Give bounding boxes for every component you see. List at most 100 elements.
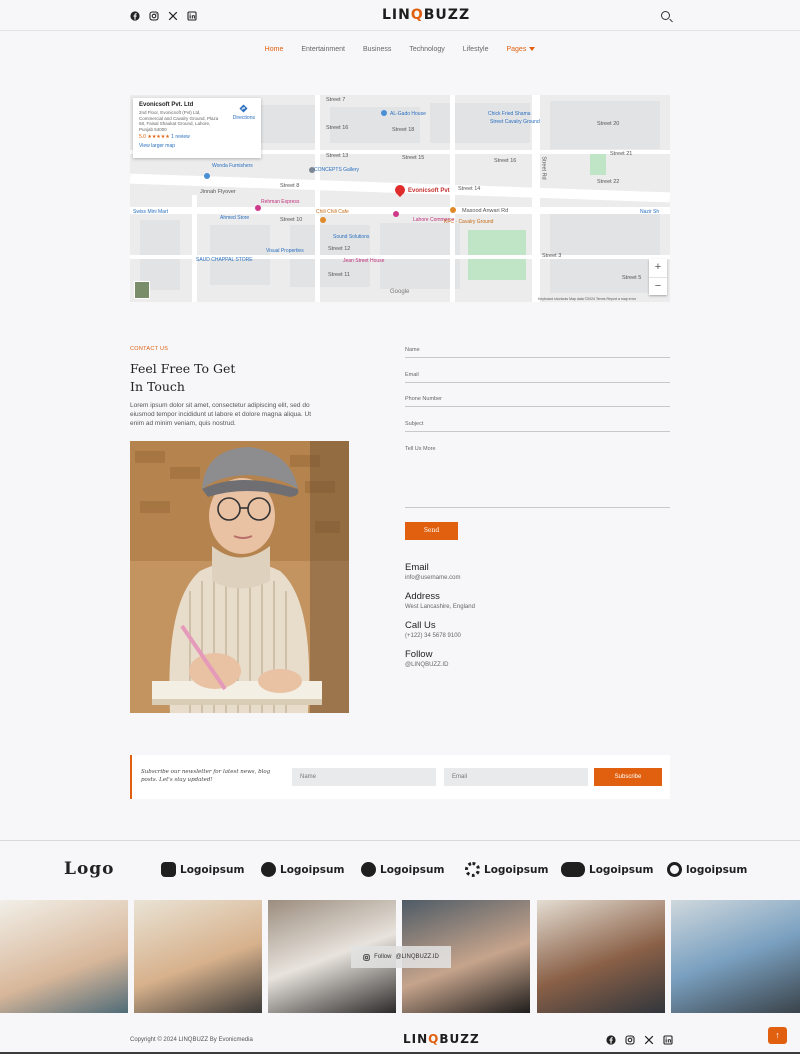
subscribe-button[interactable]: Subscribe bbox=[594, 768, 662, 786]
nav-item-technology[interactable]: Technology bbox=[409, 46, 444, 53]
aperture-icon bbox=[361, 862, 376, 877]
gallery-photo-team[interactable] bbox=[0, 900, 128, 1013]
site-logo[interactable]: LINQBUZZ bbox=[382, 7, 470, 23]
follow-handle: @LINQBUZZ.ID bbox=[395, 954, 439, 960]
phone-field[interactable]: Phone Number bbox=[405, 396, 670, 407]
brand-name: Logoipsum bbox=[380, 863, 445, 876]
gallery-photo-cafe[interactable] bbox=[537, 900, 665, 1013]
poi-marker[interactable] bbox=[255, 205, 261, 211]
street-label: Street 11 bbox=[328, 272, 350, 278]
logo-prefix: LIN bbox=[382, 7, 411, 23]
footer-logo[interactable]: LINQBUZZ bbox=[403, 1032, 480, 1046]
street-label: Masood Anwari Rd bbox=[462, 208, 509, 214]
zoom-out-button[interactable]: − bbox=[649, 277, 667, 295]
info-address-heading: Address bbox=[405, 591, 440, 602]
main-nav: Home Entertainment Business Technology L… bbox=[0, 46, 800, 53]
name-field[interactable]: Name bbox=[405, 347, 670, 358]
info-call-value[interactable]: (+122) 34 5678 9100 bbox=[405, 633, 461, 639]
street-label: Street 8 bbox=[280, 183, 300, 189]
zoom-in-button[interactable]: + bbox=[649, 259, 667, 277]
reviews-link[interactable]: 1 review bbox=[171, 134, 190, 140]
search-icon[interactable] bbox=[661, 11, 670, 20]
logo-prefix: LIN bbox=[403, 1032, 429, 1046]
poi-marker[interactable] bbox=[393, 211, 399, 217]
info-email-value[interactable]: info@username.com bbox=[405, 575, 460, 581]
brand-name: Logoipsum bbox=[484, 863, 549, 876]
nav-item-home[interactable]: Home bbox=[265, 46, 284, 53]
street-label: Street 15 bbox=[402, 155, 425, 161]
nav-item-lifestyle[interactable]: Lifestyle bbox=[463, 46, 489, 53]
newsletter-name-input[interactable]: Name bbox=[292, 768, 436, 786]
info-call-heading: Call Us bbox=[405, 620, 436, 631]
street-label: Street 14 bbox=[458, 186, 481, 192]
gallery-photo-payment[interactable] bbox=[134, 900, 262, 1013]
street-label: Street 18 bbox=[392, 127, 415, 133]
street-label: Street 13 bbox=[326, 153, 349, 159]
logo-accent: Q bbox=[428, 1032, 440, 1046]
street-label: Jinnah Flyover bbox=[200, 189, 236, 195]
back-to-top-button[interactable]: ↑ bbox=[768, 1027, 787, 1044]
street-label: Street 12 bbox=[328, 246, 351, 252]
newsletter-box: Subscribe our newsletter for latest news… bbox=[130, 755, 670, 799]
poi-marker[interactable] bbox=[204, 173, 210, 179]
contact-eyebrow: CONTACT US bbox=[130, 346, 169, 352]
subject-field[interactable]: Subject bbox=[405, 421, 670, 432]
nav-item-entertainment[interactable]: Entertainment bbox=[301, 46, 345, 53]
info-follow-heading: Follow bbox=[405, 649, 433, 660]
brand-logos: Logoipsum Logoipsum Logoipsum Logoipsum … bbox=[0, 856, 800, 886]
chevron-down-icon bbox=[529, 47, 536, 52]
poi-marker[interactable] bbox=[381, 110, 387, 116]
contact-title: Feel Free To Get In Touch bbox=[130, 360, 270, 396]
nav-item-business[interactable]: Business bbox=[363, 46, 391, 53]
contact-title-line1: Feel Free To Get bbox=[130, 361, 236, 376]
map-road bbox=[130, 207, 670, 214]
message-field[interactable]: Tell Us More bbox=[405, 446, 670, 508]
map-park bbox=[590, 153, 606, 175]
instagram-icon[interactable] bbox=[149, 11, 159, 21]
street-label: Street 22 bbox=[597, 179, 620, 185]
street-label: Street 3 bbox=[542, 253, 562, 259]
info-follow-value[interactable]: @LINQBUZZ.ID bbox=[405, 662, 448, 668]
map-layer-thumbnail[interactable] bbox=[134, 281, 150, 299]
poi-label: Rehman Express bbox=[261, 199, 300, 205]
map-zoom-controls: + − bbox=[649, 259, 667, 295]
facebook-icon[interactable] bbox=[130, 11, 140, 21]
email-field[interactable]: Email bbox=[405, 372, 670, 383]
map-attribution[interactable]: Keyboard shortcuts Map data ©2024 Terms … bbox=[538, 297, 636, 301]
top-bar: LINQBUZZ bbox=[0, 0, 800, 31]
pill-icon bbox=[561, 862, 585, 877]
contact-description: Lorem ipsum dolor sit amet, consectetur … bbox=[130, 402, 312, 427]
brand-logo: Logoipsum bbox=[361, 862, 444, 877]
poi-label: Visual Properties bbox=[266, 248, 304, 254]
info-address-value: West Lancashire, England bbox=[405, 604, 475, 610]
poi-marker[interactable] bbox=[450, 207, 456, 213]
x-icon[interactable] bbox=[644, 1035, 654, 1045]
facebook-icon[interactable] bbox=[606, 1035, 616, 1045]
poi-label: KFC - Cavalry Ground bbox=[444, 219, 494, 225]
poi-label: Chick Fried Shama bbox=[488, 111, 531, 117]
poi-marker[interactable] bbox=[320, 217, 326, 223]
brand-logo: logoipsum bbox=[667, 862, 747, 877]
view-larger-map-link[interactable]: View larger map bbox=[139, 143, 255, 149]
x-icon[interactable] bbox=[168, 11, 178, 21]
linkedin-icon[interactable] bbox=[187, 11, 197, 21]
pin-label: Evonicsoft Pvt bbox=[408, 188, 450, 194]
gallery-photo-lab[interactable] bbox=[671, 900, 800, 1013]
poi-label: Ahmed Store bbox=[220, 215, 250, 221]
brand-name: Logoipsum bbox=[589, 863, 654, 876]
directions-button[interactable]: Directions bbox=[233, 104, 255, 121]
nav-item-pages[interactable]: Pages bbox=[506, 46, 536, 53]
poi-label: Jean Street House bbox=[343, 258, 385, 264]
follow-instagram-button[interactable]: Follow @LINQBUZZ.ID bbox=[351, 946, 451, 968]
brand-logo: Logoipsum bbox=[465, 862, 548, 877]
instagram-icon[interactable] bbox=[625, 1035, 635, 1045]
map-block bbox=[550, 213, 660, 293]
brand-name: Logoipsum bbox=[180, 863, 245, 876]
logo-suffix: BUZZ bbox=[423, 7, 471, 23]
linkedin-icon[interactable] bbox=[663, 1035, 673, 1045]
copyright: Copyright © 2024 LINQBUZZ By Evonicmedia bbox=[130, 1037, 253, 1043]
newsletter-email-input[interactable]: Email bbox=[444, 768, 588, 786]
bolt-icon bbox=[261, 862, 276, 877]
send-button[interactable]: Send bbox=[405, 522, 458, 540]
info-email-heading: Email bbox=[405, 562, 429, 573]
